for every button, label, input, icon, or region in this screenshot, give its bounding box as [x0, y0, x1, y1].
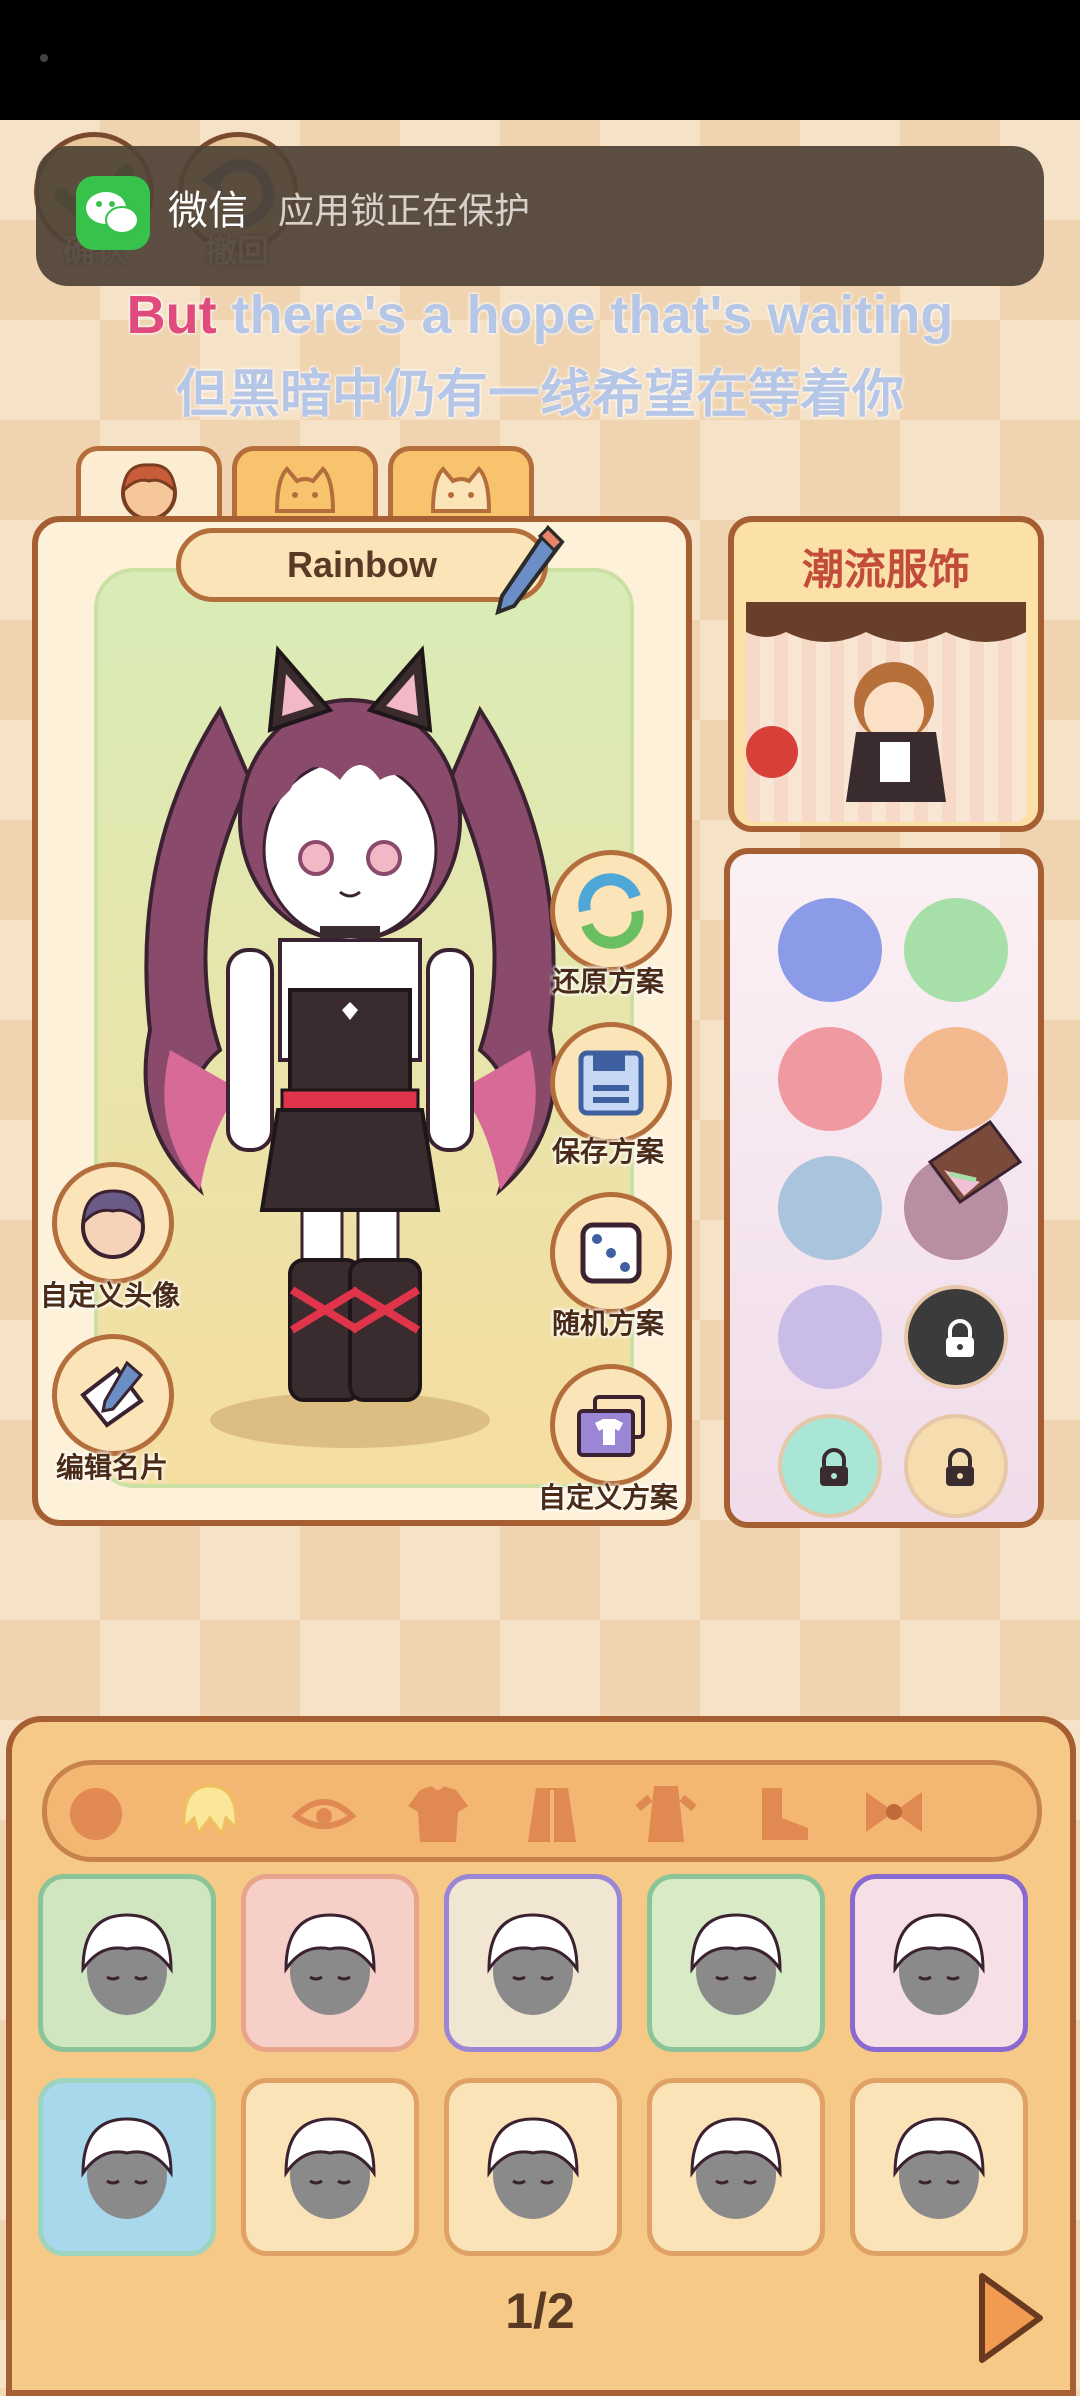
status-bar [0, 0, 1080, 120]
hair-style-item[interactable] [444, 1874, 622, 2052]
color-swatch[interactable] [778, 1156, 882, 1260]
hair-preview [284, 1913, 376, 2015]
random-plan-label: 随机方案 [552, 1307, 665, 1340]
shoe-icon[interactable] [742, 1778, 818, 1848]
refresh-icon [578, 873, 644, 949]
notification-message: 应用锁正在保护 [278, 190, 531, 231]
color-swatch-locked[interactable] [904, 1414, 1008, 1518]
next-page-button[interactable] [974, 2270, 1046, 2366]
hair-icon[interactable] [172, 1778, 248, 1848]
human-face-icon [121, 463, 177, 521]
hair-style-item[interactable] [647, 1874, 825, 2052]
custom-plan-button[interactable] [550, 1364, 672, 1486]
edit-card-button[interactable] [52, 1334, 174, 1456]
hair-preview [487, 2117, 579, 2219]
hair-preview [284, 2117, 376, 2219]
color-swatch[interactable] [778, 898, 882, 1002]
hair-preview [893, 2117, 985, 2219]
save-plan-label: 保存方案 [552, 1135, 665, 1168]
hair-style-item[interactable] [241, 2078, 419, 2256]
fashion-promo-image [746, 602, 1026, 822]
color-swatch[interactable] [778, 1027, 882, 1131]
restore-plan-label: 还原方案 [552, 965, 665, 998]
hair-style-item[interactable] [38, 2078, 216, 2256]
outfit-cards-icon [577, 1395, 645, 1457]
coat-icon[interactable] [514, 1778, 590, 1848]
pencil-icon[interactable] [490, 520, 570, 620]
save-plan-button[interactable] [550, 1022, 672, 1144]
color-swatch[interactable] [778, 1285, 882, 1389]
avatar-icon [81, 1189, 145, 1259]
bow-icon[interactable] [856, 1778, 932, 1848]
hair-style-item[interactable] [241, 1874, 419, 2052]
trendy-fashion-title: 潮流服饰 [801, 545, 970, 594]
dress-icon[interactable] [628, 1778, 704, 1848]
random-plan-button[interactable] [550, 1192, 672, 1314]
lyric-highlight: But [126, 285, 217, 345]
hair-style-item[interactable] [647, 2078, 825, 2256]
tab-cat-2[interactable] [388, 446, 534, 524]
edit-card-icon [80, 1360, 144, 1428]
face-icon[interactable] [58, 1778, 134, 1848]
color-swatch-locked[interactable] [904, 1285, 1008, 1389]
character-figure[interactable] [110, 630, 590, 1460]
custom-avatar-label: 自定义头像 [40, 1279, 181, 1312]
color-swatch-locked[interactable] [778, 1414, 882, 1518]
hair-style-item[interactable] [38, 1874, 216, 2052]
lyric-rest: there's a hope that's waiting [216, 285, 954, 345]
custom-avatar-button[interactable] [52, 1162, 174, 1284]
cat-face-icon [274, 466, 336, 513]
custom-plan-label: 自定义方案 [538, 1481, 679, 1514]
tab-human[interactable] [76, 446, 222, 524]
wechat-icon [76, 176, 150, 250]
page-indicator: 1/2 [505, 2283, 575, 2339]
hair-preview [81, 2117, 173, 2219]
tab-cat-1[interactable] [232, 446, 378, 524]
color-swatch[interactable] [904, 898, 1008, 1002]
restore-plan-button[interactable] [550, 850, 672, 972]
hair-preview [81, 1913, 173, 2015]
top-icon[interactable] [400, 1778, 476, 1848]
trendy-fashion-card[interactable]: 潮流服饰 [728, 516, 1044, 832]
lyric-english: But there's a hope that's waiting [0, 284, 1080, 346]
dice-icon [580, 1222, 642, 1284]
paint-bucket-icon[interactable] [920, 1112, 1030, 1212]
save-icon [578, 1050, 644, 1116]
hair-style-item[interactable] [444, 2078, 622, 2256]
edit-card-label: 编辑名片 [56, 1451, 169, 1484]
hair-preview [893, 1913, 985, 2015]
cat-face-icon [430, 466, 492, 513]
status-dot [40, 54, 48, 62]
lyric-chinese: 但黑暗中仍有一线希望在等着你 [175, 365, 904, 425]
hair-style-item[interactable] [850, 1874, 1028, 2052]
hair-style-item[interactable] [850, 2078, 1028, 2256]
app-lock-notification[interactable]: 微信 应用锁正在保护 [36, 146, 1044, 286]
hair-preview [690, 1913, 782, 2015]
hair-preview [487, 1913, 579, 2015]
notification-app-name: 微信 [168, 189, 248, 233]
hair-preview [690, 2117, 782, 2219]
eye-icon[interactable] [286, 1778, 362, 1848]
